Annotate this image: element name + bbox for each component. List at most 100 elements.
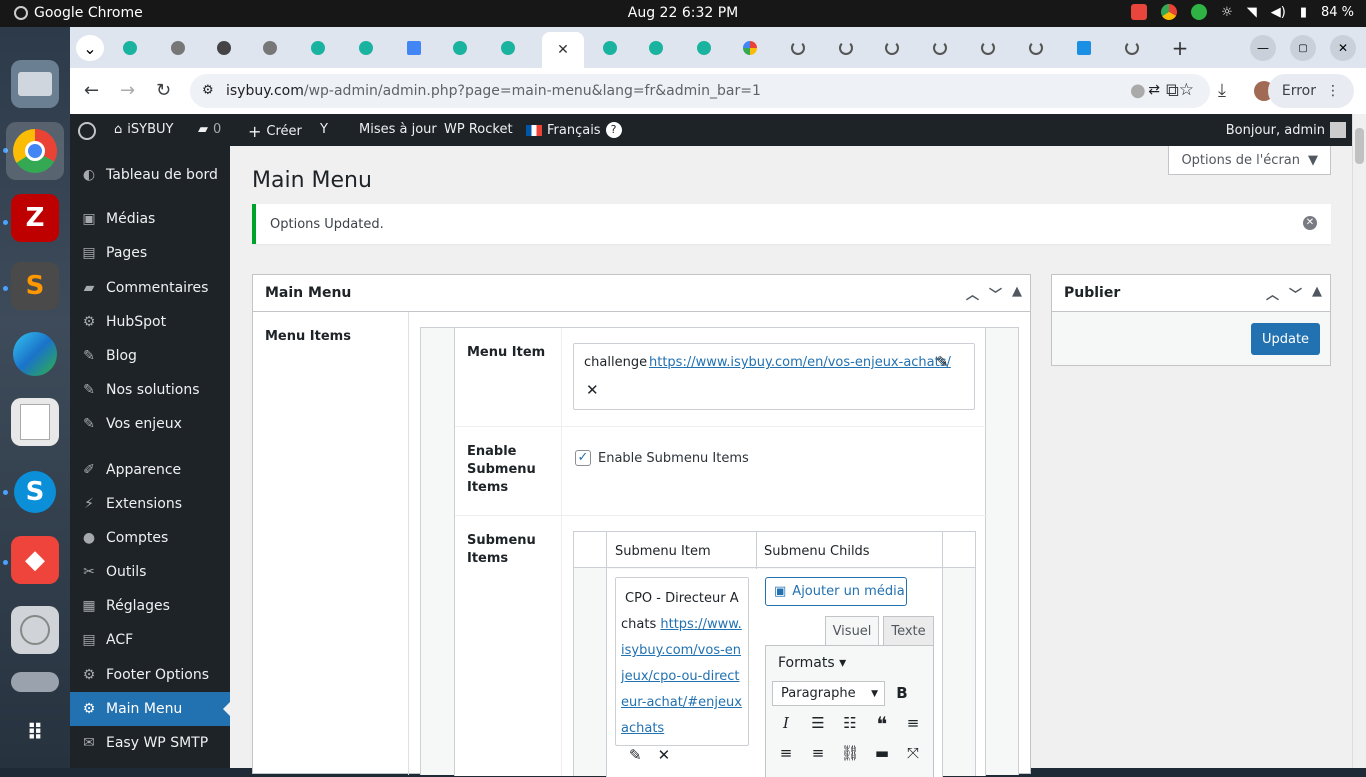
tab-22[interactable]	[1112, 35, 1152, 61]
create-link[interactable]: + Créer	[248, 122, 302, 141]
close-tab-icon[interactable]: ✕	[557, 42, 569, 58]
battery-icon[interactable]: ▮	[1300, 5, 1307, 20]
enable-submenu-checkbox[interactable]: ✓	[575, 450, 591, 466]
fullscreen-icon[interactable]: ⤧	[903, 744, 923, 762]
sidebar-item-blog[interactable]: ✎ Blog	[70, 339, 230, 373]
yoast-icon[interactable]: Y	[320, 122, 328, 137]
add-media-button[interactable]: ▣ Ajouter un média	[765, 577, 907, 606]
tab-current[interactable]: ✕	[542, 32, 584, 68]
anydesk-icon[interactable]: ◆	[11, 536, 59, 584]
extensions-icon[interactable]: ⧉	[1166, 80, 1179, 101]
sidebar-item-comptes[interactable]: ● Comptes	[70, 521, 230, 555]
sidebar-item-acf[interactable]: ▤ ACF	[70, 623, 230, 657]
brightness-icon[interactable]: ☼	[1221, 5, 1233, 20]
page-scrollbar[interactable]	[1352, 114, 1366, 768]
tab-12[interactable]	[636, 35, 676, 61]
tab-14[interactable]	[730, 35, 770, 61]
paragraph-select[interactable]: Paragraphe ▼	[772, 681, 885, 706]
site-info-icon[interactable]: ⚙	[202, 83, 214, 98]
move-up-icon[interactable]: ︿	[1266, 284, 1279, 303]
check-tray-icon[interactable]	[1191, 4, 1208, 20]
italic-icon[interactable]: I	[776, 714, 796, 732]
align-right-icon[interactable]: ≡	[808, 744, 828, 762]
kebab-menu-icon[interactable]: ⋮	[1326, 83, 1340, 99]
language-link[interactable]: Français?	[526, 122, 622, 138]
sidebar-item-pages[interactable]: ▤ Pages	[70, 236, 230, 270]
tab-visual[interactable]: Visuel	[825, 616, 879, 646]
sidebar-item-tableau-de-bord[interactable]: ◐ Tableau de bord	[70, 158, 230, 192]
app-grid-icon[interactable]: ⠿	[11, 709, 59, 757]
bold-icon[interactable]: B	[892, 684, 912, 702]
location-icon[interactable]: ●	[1130, 80, 1146, 101]
move-up-icon[interactable]: ︿	[966, 284, 979, 303]
document-viewer-icon[interactable]	[11, 398, 59, 446]
link-icon[interactable]: ⛓	[840, 744, 860, 762]
download-icon[interactable]: ⤓	[1218, 80, 1226, 101]
sidebar-item-easy-wp-smtp[interactable]: ✉ Easy WP SMTP	[70, 726, 230, 760]
toggle-panel-icon[interactable]: ▲	[1012, 284, 1022, 303]
tab-7[interactable]	[394, 35, 434, 61]
tab-20[interactable]	[1016, 35, 1056, 61]
my-account-link[interactable]: Bonjour, admin	[1226, 122, 1346, 138]
wp-rocket-link[interactable]: WP Rocket	[444, 122, 513, 137]
sidebar-item-apparence[interactable]: ✐ Apparence	[70, 453, 230, 487]
tab-3[interactable]	[204, 35, 244, 61]
tab-5[interactable]	[298, 35, 338, 61]
minimize-button[interactable]: —	[1250, 35, 1276, 61]
sidebar-item-extensions[interactable]: ⚡ Extensions	[70, 487, 230, 521]
error-button[interactable]: Error ⋮	[1267, 74, 1354, 108]
tab-16[interactable]	[826, 35, 866, 61]
read-more-icon[interactable]: ▬	[872, 744, 892, 762]
comments-link[interactable]: ▰ 0	[198, 122, 221, 137]
remove-item-icon[interactable]: ✕	[658, 742, 671, 768]
updates-link[interactable]: Mises à jour	[359, 122, 437, 137]
tab-2[interactable]	[158, 35, 198, 61]
tab-list-button[interactable]: ⌄	[76, 35, 104, 61]
forward-icon[interactable]: →	[120, 80, 135, 101]
screen-options-button[interactable]: Options de l'écran ▼	[1168, 146, 1331, 175]
reload-icon[interactable]: ↻	[156, 80, 171, 101]
tab-13[interactable]	[684, 35, 724, 61]
files-icon[interactable]	[11, 60, 59, 108]
sidebar-item-hubspot[interactable]: ⚙ HubSpot	[70, 305, 230, 339]
align-left-icon[interactable]: ≡	[903, 714, 923, 732]
chrome-tray-icon[interactable]	[1161, 4, 1178, 20]
bookmark-star-icon[interactable]: ☆	[1179, 80, 1194, 100]
disk-icon[interactable]	[11, 606, 59, 654]
tab-text[interactable]: Texte	[883, 616, 934, 646]
wordpress-logo-icon[interactable]	[78, 122, 96, 140]
numbered-list-icon[interactable]: ☷	[840, 714, 860, 732]
enable-submenu-checkbox-row[interactable]: ✓ Enable Submenu Items	[575, 450, 749, 466]
bullet-list-icon[interactable]: ☰	[808, 714, 828, 732]
site-name-link[interactable]: ⌂ iSYBUY	[114, 122, 173, 137]
sidebar-item-r-glages[interactable]: ▦ Réglages	[70, 589, 230, 623]
close-window-button[interactable]: ✕	[1330, 35, 1356, 61]
sidebar-item-nos-solutions[interactable]: ✎ Nos solutions	[70, 373, 230, 407]
blockquote-icon[interactable]: ❝	[872, 712, 892, 736]
tab-9[interactable]	[488, 35, 528, 61]
edge-icon[interactable]	[11, 330, 59, 378]
wifi-icon[interactable]: ◥	[1247, 5, 1257, 20]
tab-11[interactable]	[590, 35, 630, 61]
tab-4[interactable]	[250, 35, 290, 61]
tab-1[interactable]	[110, 35, 150, 61]
toggle-panel-icon[interactable]: ▲	[1312, 284, 1322, 303]
sidebar-item-vos-enjeux[interactable]: ✎ Vos enjeux	[70, 407, 230, 441]
align-center-icon[interactable]: ≡	[776, 744, 796, 762]
sidebar-item-main-menu[interactable]: ⚙ Main Menu	[70, 692, 230, 726]
sidebar-item-outils[interactable]: ✂ Outils	[70, 555, 230, 589]
maximize-button[interactable]: ▢	[1290, 35, 1316, 61]
edit-pencil-icon[interactable]: ✎	[936, 353, 949, 371]
tab-21[interactable]	[1064, 35, 1104, 61]
tab-17[interactable]	[872, 35, 912, 61]
update-button[interactable]: Update	[1251, 323, 1320, 355]
tab-19[interactable]	[968, 35, 1008, 61]
dismiss-notice-icon[interactable]: ✕	[1303, 216, 1317, 230]
sublime-icon[interactable]: S	[11, 262, 59, 310]
skype-icon[interactable]: S	[11, 468, 59, 516]
move-down-icon[interactable]: ﹀	[989, 284, 1002, 303]
move-down-icon[interactable]: ﹀	[1289, 284, 1302, 303]
tab-8[interactable]	[440, 35, 480, 61]
chrome-dock-icon[interactable]	[6, 122, 64, 180]
translate-icon[interactable]: ⇄	[1148, 82, 1160, 98]
